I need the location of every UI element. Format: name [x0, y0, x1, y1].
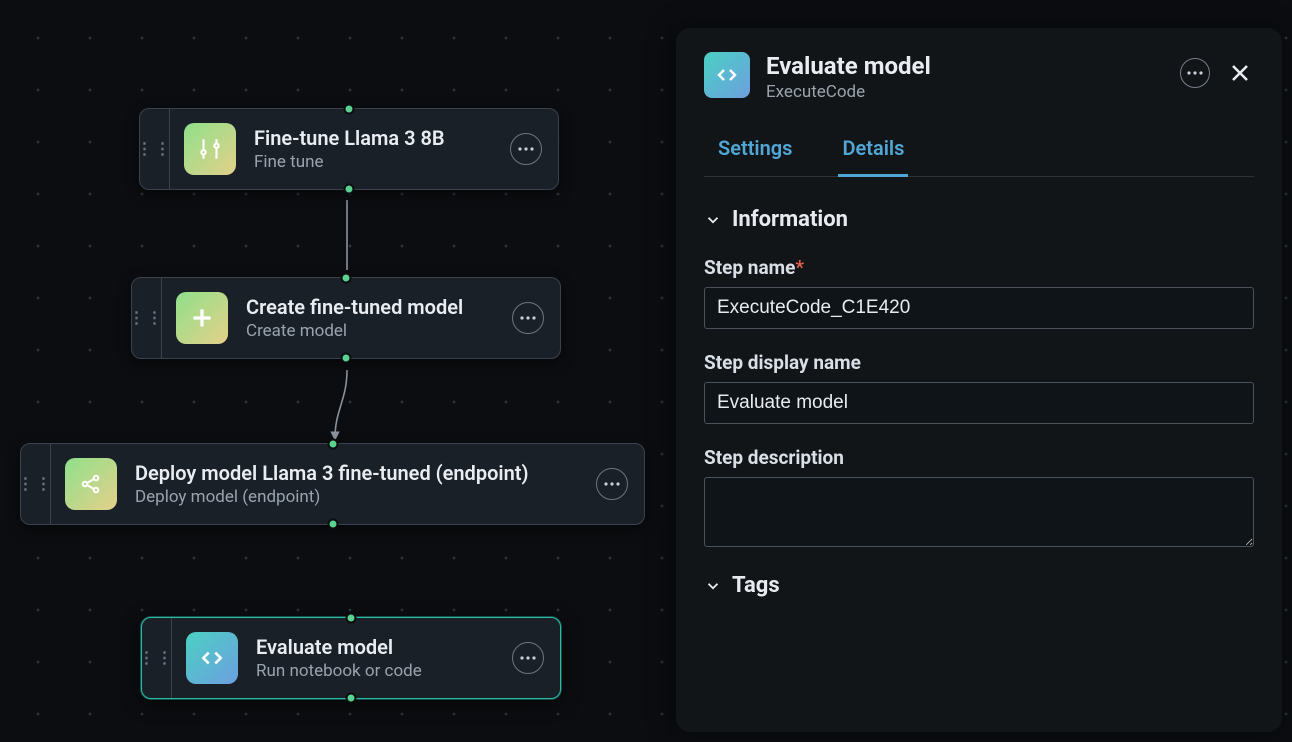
section-information-header[interactable]: Information	[704, 207, 1254, 232]
node-title: Create fine-tuned model	[246, 295, 486, 319]
port-in[interactable]	[344, 104, 355, 115]
port-in[interactable]	[346, 613, 357, 624]
port-out[interactable]	[344, 184, 355, 195]
sliders-icon	[184, 123, 236, 175]
panel-subtitle: ExecuteCode	[766, 82, 1164, 102]
node-menu-button[interactable]	[512, 642, 544, 674]
port-in[interactable]	[341, 273, 352, 284]
close-button[interactable]	[1226, 59, 1254, 87]
plus-icon	[176, 292, 228, 344]
node-deploy-endpoint[interactable]: ⋮⋮ Deploy model Llama 3 fine-tuned (endp…	[20, 443, 645, 525]
node-subtitle: Fine tune	[254, 152, 484, 172]
step-description-textarea[interactable]	[704, 477, 1254, 547]
node-evaluate-model[interactable]: ⋮⋮ Evaluate model Run notebook or code	[141, 617, 561, 699]
port-in[interactable]	[327, 439, 338, 450]
drag-handle[interactable]: ⋮⋮	[140, 109, 170, 189]
node-create-model[interactable]: ⋮⋮ Create fine-tuned model Create model	[131, 277, 561, 359]
port-out[interactable]	[341, 353, 352, 364]
section-tags-header[interactable]: Tags	[704, 573, 1254, 598]
step-display-name-input[interactable]	[704, 382, 1254, 424]
node-subtitle: Run notebook or code	[256, 661, 486, 681]
tab-details[interactable]: Details	[838, 136, 908, 177]
code-icon	[186, 632, 238, 684]
step-name-label: Step name*	[704, 256, 1254, 279]
step-description-label: Step description	[704, 446, 1254, 469]
panel-title: Evaluate model	[766, 52, 1164, 80]
chevron-down-icon	[704, 577, 722, 595]
section-tags-label: Tags	[732, 573, 780, 598]
port-out[interactable]	[327, 519, 338, 530]
step-display-name-label: Step display name	[704, 351, 1254, 374]
drag-handle[interactable]: ⋮⋮	[132, 278, 162, 358]
node-subtitle: Deploy model (endpoint)	[135, 487, 570, 507]
node-subtitle: Create model	[246, 321, 486, 341]
node-menu-button[interactable]	[512, 302, 544, 334]
share-icon	[65, 458, 117, 510]
workflow-canvas[interactable]: ⋮⋮ Fine-tune Llama 3 8B Fine tune ⋮⋮ Cre…	[0, 0, 1292, 742]
port-out[interactable]	[346, 693, 357, 704]
step-name-input[interactable]	[704, 287, 1254, 329]
node-menu-button[interactable]	[510, 133, 542, 165]
panel-tabs: Settings Details	[704, 136, 1254, 177]
node-title: Evaluate model	[256, 635, 486, 659]
drag-handle[interactable]: ⋮⋮	[142, 618, 172, 698]
node-menu-button[interactable]	[596, 468, 628, 500]
details-panel: Evaluate model ExecuteCode Settings Deta…	[676, 28, 1282, 732]
node-title: Fine-tune Llama 3 8B	[254, 126, 484, 150]
drag-handle[interactable]: ⋮⋮	[21, 444, 51, 524]
chevron-down-icon	[704, 211, 722, 229]
section-information-label: Information	[732, 207, 848, 232]
node-fine-tune[interactable]: ⋮⋮ Fine-tune Llama 3 8B Fine tune	[139, 108, 559, 190]
tab-settings[interactable]: Settings	[714, 136, 796, 177]
code-icon	[704, 52, 750, 98]
node-title: Deploy model Llama 3 fine-tuned (endpoin…	[135, 461, 570, 485]
panel-more-button[interactable]	[1180, 58, 1210, 88]
